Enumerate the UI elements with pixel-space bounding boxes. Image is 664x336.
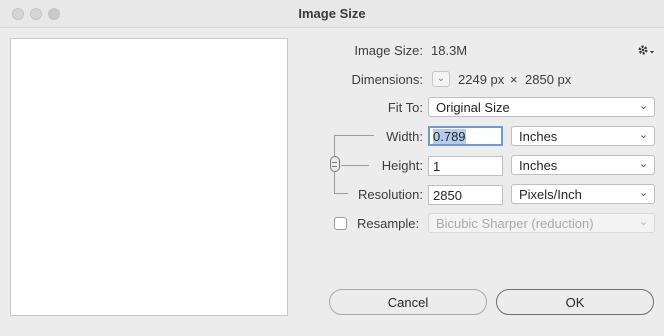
dimensions-label: Dimensions:	[351, 72, 423, 87]
height-field[interactable]: 1	[428, 156, 503, 176]
resolution-unit-value: Pixels/Inch	[519, 187, 582, 202]
fit-to-value: Original Size	[436, 100, 510, 115]
fit-to-select[interactable]: Original Size ⌄	[428, 97, 655, 117]
width-unit-value: Inches	[519, 129, 558, 144]
width-value: 0.789	[433, 129, 466, 144]
resolution-field[interactable]: 2850	[428, 185, 503, 205]
resample-method-select[interactable]: Bicubic Sharper (reduction) ⌄	[428, 213, 655, 233]
resample-checkbox[interactable]	[334, 217, 347, 230]
image-preview[interactable]	[10, 38, 288, 316]
resolution-label: Resolution:	[357, 187, 423, 202]
ok-button[interactable]: OK	[496, 289, 654, 315]
height-unit-select[interactable]: Inches ⌄	[511, 155, 655, 175]
height-value: 1	[433, 159, 441, 174]
height-unit-value: Inches	[519, 158, 558, 173]
chevron-down-icon: ⌄	[639, 100, 649, 112]
chevron-down-icon: ⌄	[639, 216, 649, 228]
gear-icon[interactable]	[636, 42, 656, 58]
width-field[interactable]: 0.789	[428, 126, 503, 146]
width-label: Width:	[386, 129, 423, 144]
cancel-button[interactable]: Cancel	[329, 289, 487, 315]
chevron-down-icon: ⌄	[639, 158, 649, 170]
resample-method-value: Bicubic Sharper (reduction)	[436, 216, 594, 231]
chevron-down-icon[interactable]: ⌄	[432, 71, 450, 87]
dimensions-times: ×	[510, 72, 518, 87]
image-size-value: 18.3M	[431, 43, 468, 58]
title-bar: Image Size	[0, 0, 664, 28]
dimensions-height: 2850 px	[525, 72, 572, 87]
resolution-unit-select[interactable]: Pixels/Inch ⌄	[511, 184, 655, 204]
resolution-value: 2850	[433, 188, 462, 203]
height-label: Height:	[381, 158, 423, 173]
chevron-down-icon: ⌄	[639, 129, 649, 141]
window-title: Image Size	[298, 6, 366, 21]
width-unit-select[interactable]: Inches ⌄	[511, 126, 655, 146]
dimensions-width: 2249 px	[458, 72, 505, 87]
image-size-label: Image Size:	[354, 43, 423, 58]
chevron-down-icon: ⌄	[639, 187, 649, 199]
fit-to-label: Fit To:	[387, 100, 423, 115]
resample-label: Resample:	[357, 216, 420, 231]
